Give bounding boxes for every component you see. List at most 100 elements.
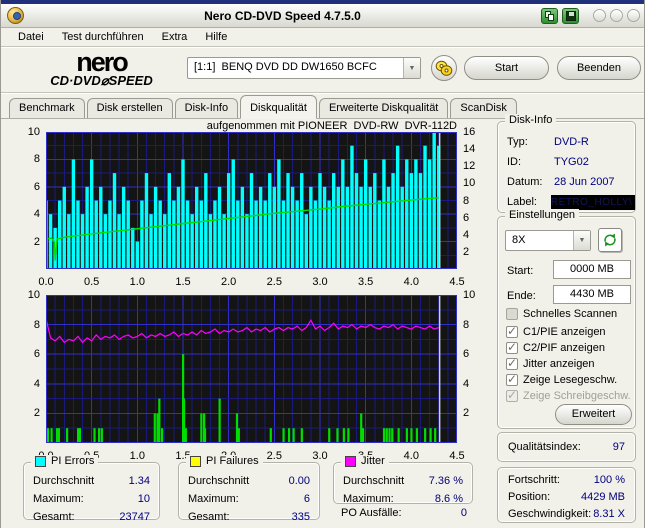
axis-tick-label: 2 — [33, 407, 40, 420]
pi-errors-x-axis: 0.0 0.5 1.0 1.5 2.0 2.5 3.0 3.5 4.0 4.5 — [38, 270, 464, 288]
axis-tick-label: 12 — [463, 160, 476, 173]
check-icon: ✓ — [507, 388, 518, 402]
axis-tick-label: 6 — [33, 180, 40, 193]
tab-diskqualitaet[interactable]: Diskqualität — [240, 95, 317, 119]
checkbox-write-speed: ✓ Zeige Schreibgeschw. — [506, 388, 631, 403]
checkbox-icon[interactable]: ✓ — [506, 356, 518, 370]
disk-type-label: Typ: — [507, 136, 528, 148]
axis-tick-label: 2 — [33, 235, 40, 248]
tab-disk-erstellen[interactable]: Disk erstellen — [86, 98, 173, 118]
stat-value: 6 — [303, 493, 310, 505]
axis-tick-label: 1.0 — [129, 276, 145, 288]
speed-label: Geschwindigkeit: — [508, 507, 592, 520]
checkbox-fast-scan[interactable]: Schnelles Scannen — [506, 307, 617, 321]
disk-id-label: ID: — [507, 156, 522, 168]
axis-tick-label: 4.5 — [449, 450, 465, 462]
title-bar[interactable]: Nero CD-DVD Speed 4.7.5.0 — [1, 4, 644, 28]
axis-tick-label: 4 — [463, 228, 470, 241]
axis-tick-label: 2 — [463, 245, 470, 258]
checkbox-label: Jitter anzeigen — [523, 358, 595, 370]
cd-dvd-speed-logo-text: CD·DVD⌀SPEED — [50, 73, 153, 88]
pi-errors-stats-box: PI Errors Durchschnitt 1.34 Maximum: 10 Ge… — [23, 455, 160, 523]
axis-tick-label: 2 — [463, 407, 470, 420]
check-icon: ✓ — [507, 372, 518, 386]
menu-extra[interactable]: Extra — [153, 29, 197, 45]
menu-hilfe[interactable]: Hilfe — [196, 29, 236, 45]
chevron-down-icon[interactable]: ▼ — [403, 58, 420, 78]
quality-index-box: Qualitätsindex: 97 — [497, 432, 636, 462]
progress-label: Fortschritt: — [508, 473, 560, 486]
close-button[interactable] — [627, 9, 640, 22]
tab-disk-info[interactable]: Disk-Info — [174, 98, 239, 118]
axis-tick-label: 4.0 — [403, 276, 419, 288]
checkbox-icon[interactable]: ✓ — [506, 372, 518, 386]
refresh-button[interactable] — [598, 228, 622, 252]
disk-info-title: Disk-Info — [509, 114, 553, 126]
app-window: Nero CD-DVD Speed 4.7.5.0 Datei Test dur… — [0, 0, 645, 528]
axis-tick-label: 2.5 — [266, 450, 282, 462]
checkbox-icon[interactable]: ✓ — [506, 324, 518, 338]
pi-failures-swatch — [190, 455, 201, 467]
checkbox-read-speed[interactable]: ✓ Zeige Lesegeschw. — [506, 372, 617, 387]
disk-id-value: TYG02 — [554, 156, 589, 168]
axis-tick-label: 10 — [463, 177, 476, 190]
checkbox-icon[interactable] — [506, 308, 518, 320]
checkbox-c1-pie[interactable]: ✓ C1/PIE anzeigen — [506, 324, 606, 339]
pi-errors-plot — [46, 132, 457, 269]
speed-select[interactable]: 8X ▼ — [505, 230, 591, 251]
axis-tick-label: 0.5 — [84, 276, 100, 288]
drive-select[interactable]: [1:1] BENQ DVD DD DW1650 BCFC ▼ — [187, 57, 421, 79]
scan-start-input[interactable]: 0000 MB — [553, 260, 631, 279]
check-icon: ✓ — [507, 324, 518, 338]
checkbox-icon: ✓ — [506, 388, 518, 402]
minimize-button[interactable] — [593, 9, 606, 22]
stat-value: 0.00 — [288, 475, 310, 487]
checkbox-c2-pif[interactable]: ✓ C2/PIF anzeigen — [506, 340, 605, 355]
start-button[interactable]: Start — [464, 56, 549, 80]
stat-label: Gesamt: — [188, 511, 230, 523]
axis-tick-label: 6 — [33, 348, 40, 361]
speed-value: 8.31 X — [593, 507, 625, 520]
po-failures-row: PO Ausfälle: 0 — [341, 507, 467, 519]
menu-datei[interactable]: Datei — [9, 29, 53, 45]
tab-benchmark[interactable]: Benchmark — [9, 98, 85, 118]
checkbox-jitter[interactable]: ✓ Jitter anzeigen — [506, 356, 595, 371]
stat-label: Durchschnitt — [343, 475, 405, 487]
checkbox-icon[interactable]: ✓ — [506, 340, 518, 354]
pi-errors-swatch — [35, 455, 46, 467]
stat-label: Gesamt: — [33, 511, 75, 523]
quit-button[interactable]: Beenden — [557, 56, 641, 80]
window-title: Nero CD-DVD Speed 4.7.5.0 — [204, 8, 361, 23]
axis-tick-label: 4.0 — [403, 450, 419, 462]
disc-icon — [435, 60, 453, 76]
stat-value: 1.34 — [128, 475, 150, 487]
scan-end-label: Ende: — [507, 290, 536, 302]
po-failures-label: PO Ausfälle: — [341, 507, 402, 519]
stat-value: 10 — [137, 493, 150, 505]
tab-erweiterte-diskqualitaet[interactable]: Erweiterte Diskqualität — [318, 98, 449, 118]
menu-bar: Datei Test durchführen Extra Hilfe — [1, 28, 644, 47]
save-button[interactable] — [562, 7, 579, 24]
stat-value: 335 — [291, 511, 310, 523]
copy-button[interactable] — [541, 7, 558, 24]
maximize-button[interactable] — [610, 9, 623, 22]
chevron-down-icon[interactable]: ▼ — [573, 231, 590, 250]
checkbox-label: C2/PIF anzeigen — [523, 342, 605, 354]
scan-end-input[interactable]: 4430 MB — [553, 285, 631, 304]
axis-tick-label: 8 — [463, 194, 470, 207]
eject-disc-button[interactable] — [431, 55, 457, 81]
axis-tick-label: 4 — [33, 377, 40, 390]
axis-tick-label: 16 — [463, 126, 476, 138]
axis-tick-label: 0.0 — [38, 276, 54, 288]
jitter-stats-box: Jitter Durchschnitt 7.36 % Maximum: 8.6 % — [333, 455, 473, 505]
menu-test-durchfuehren[interactable]: Test durchführen — [53, 29, 153, 45]
nero-logo-text: nero — [76, 47, 129, 77]
scan-start-label: Start: — [507, 265, 534, 277]
axis-tick-label: 3.0 — [312, 276, 328, 288]
nero-logo: nero CD·DVD⌀SPEED — [19, 47, 184, 88]
stat-label: Maximum: — [33, 493, 84, 505]
axis-tick-label: 3.5 — [358, 276, 374, 288]
pi-errors-left-axis: 10 8 6 4 2 — [9, 126, 43, 269]
axis-tick-label: 10 — [463, 289, 476, 301]
advanced-button[interactable]: Erweitert — [555, 404, 632, 425]
